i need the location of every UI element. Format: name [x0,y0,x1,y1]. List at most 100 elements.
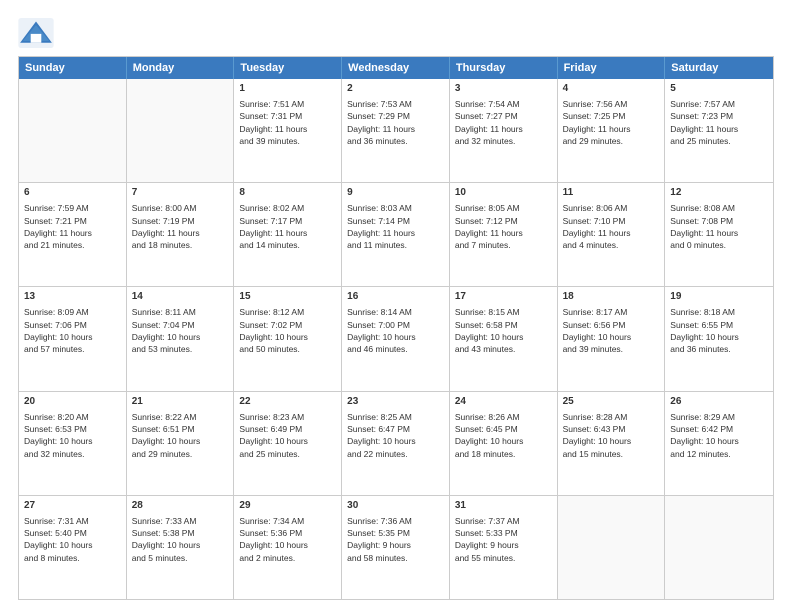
day-cell-22: 22Sunrise: 8:23 AMSunset: 6:49 PMDayligh… [234,392,342,495]
day-cell-9: 9Sunrise: 8:03 AMSunset: 7:14 PMDaylight… [342,183,450,286]
day-detail-line: Daylight: 10 hours [347,435,444,447]
empty-cell [665,496,773,599]
day-detail-line: Sunset: 7:31 PM [239,110,336,122]
day-detail-line: Daylight: 10 hours [347,331,444,343]
day-detail-line: Daylight: 11 hours [24,227,121,239]
day-number: 9 [347,186,444,200]
day-detail-line: Sunset: 6:55 PM [670,319,768,331]
day-cell-17: 17Sunrise: 8:15 AMSunset: 6:58 PMDayligh… [450,287,558,390]
logo-icon [18,18,54,48]
page: SundayMondayTuesdayWednesdayThursdayFrid… [0,0,792,612]
day-detail-line: Sunset: 7:23 PM [670,110,768,122]
day-number: 4 [563,82,660,96]
day-detail-line: Sunset: 5:36 PM [239,527,336,539]
day-detail-line: and 29 minutes. [132,448,229,460]
day-detail-line: Daylight: 11 hours [239,227,336,239]
day-number: 18 [563,290,660,304]
calendar-header: SundayMondayTuesdayWednesdayThursdayFrid… [19,57,773,79]
day-detail-line: Sunset: 7:00 PM [347,319,444,331]
day-detail-line: Sunrise: 8:02 AM [239,202,336,214]
day-detail-line: and 36 minutes. [347,135,444,147]
day-detail-line: and 18 minutes. [455,448,552,460]
day-cell-24: 24Sunrise: 8:26 AMSunset: 6:45 PMDayligh… [450,392,558,495]
week-row-3: 13Sunrise: 8:09 AMSunset: 7:06 PMDayligh… [19,287,773,391]
day-cell-27: 27Sunrise: 7:31 AMSunset: 5:40 PMDayligh… [19,496,127,599]
day-detail-line: and 5 minutes. [132,552,229,564]
day-detail-line: Sunset: 7:06 PM [24,319,121,331]
day-detail-line: Sunrise: 8:28 AM [563,411,660,423]
day-number: 14 [132,290,229,304]
day-detail-line: Sunrise: 8:05 AM [455,202,552,214]
day-detail-line: Sunset: 6:56 PM [563,319,660,331]
day-cell-23: 23Sunrise: 8:25 AMSunset: 6:47 PMDayligh… [342,392,450,495]
day-cell-11: 11Sunrise: 8:06 AMSunset: 7:10 PMDayligh… [558,183,666,286]
day-detail-line: Sunset: 6:47 PM [347,423,444,435]
day-detail-line: and 21 minutes. [24,239,121,251]
day-detail-line: Sunrise: 7:33 AM [132,515,229,527]
logo [18,18,58,48]
day-number: 11 [563,186,660,200]
day-number: 19 [670,290,768,304]
day-detail-line: and 58 minutes. [347,552,444,564]
day-cell-16: 16 Sunrise: 8:14 AMSunset: 7:00 PMDayligh… [342,287,450,390]
weekday-header-thursday: Thursday [450,57,558,79]
day-number: 17 [455,290,552,304]
day-number: 31 [455,499,552,513]
day-detail-line: and 57 minutes. [24,343,121,355]
day-number: 8 [239,186,336,200]
day-detail-line: Sunrise: 7:34 AM [239,515,336,527]
day-detail-line: Sunrise: 8:14 AM [347,306,444,318]
calendar-body: 1Sunrise: 7:51 AMSunset: 7:31 PMDaylight… [19,79,773,599]
day-detail-line: Sunset: 6:58 PM [455,319,552,331]
day-cell-8: 8 Sunrise: 8:02 AMSunset: 7:17 PMDaylight… [234,183,342,286]
week-row-2: 6Sunrise: 7:59 AMSunset: 7:21 PMDaylight… [19,183,773,287]
day-detail-line: Sunrise: 8:11 AM [132,306,229,318]
day-detail-line: Sunset: 5:40 PM [24,527,121,539]
day-detail-line: and 25 minutes. [670,135,768,147]
day-detail-line: and 39 minutes. [563,343,660,355]
weekday-header-saturday: Saturday [665,57,773,79]
day-detail-line: Sunrise: 8:26 AM [455,411,552,423]
day-cell-14: 14Sunrise: 8:11 AMSunset: 7:04 PMDayligh… [127,287,235,390]
header [18,18,774,48]
day-detail-line: Sunrise: 7:31 AM [24,515,121,527]
day-cell-2: 2Sunrise: 7:53 AMSunset: 7:29 PMDaylight… [342,79,450,182]
day-cell-13: 13Sunrise: 8:09 AMSunset: 7:06 PMDayligh… [19,287,127,390]
day-detail-line: and 25 minutes. [239,448,336,460]
day-number: 10 [455,186,552,200]
day-detail-line: Sunset: 7:17 PM [239,215,336,227]
day-cell-31: 31Sunrise: 7:37 AMSunset: 5:33 PMDayligh… [450,496,558,599]
day-number: 16 [347,290,444,304]
day-detail-line: Sunrise: 8:03 AM [347,202,444,214]
day-detail-line: Daylight: 11 hours [670,227,768,239]
weekday-header-sunday: Sunday [19,57,127,79]
day-detail-line: Sunset: 7:29 PM [347,110,444,122]
day-detail-line: Daylight: 10 hours [670,331,768,343]
day-detail-line: Sunset: 6:49 PM [239,423,336,435]
weekday-header-monday: Monday [127,57,235,79]
day-detail-line: Sunrise: 8:08 AM [670,202,768,214]
day-cell-29: 29Sunrise: 7:34 AMSunset: 5:36 PMDayligh… [234,496,342,599]
day-detail-line: Daylight: 10 hours [24,539,121,551]
day-number: 26 [670,395,768,409]
day-detail-line: Daylight: 10 hours [24,331,121,343]
day-cell-15: 15Sunrise: 8:12 AMSunset: 7:02 PMDayligh… [234,287,342,390]
day-detail-line: Sunrise: 8:23 AM [239,411,336,423]
day-number: 24 [455,395,552,409]
day-cell-7: 7Sunrise: 8:00 AMSunset: 7:19 PMDaylight… [127,183,235,286]
day-detail-line: Sunrise: 7:36 AM [347,515,444,527]
day-detail-line: and 50 minutes. [239,343,336,355]
day-detail-line: Sunset: 7:27 PM [455,110,552,122]
day-detail-line: Daylight: 10 hours [24,435,121,447]
day-number: 23 [347,395,444,409]
day-detail-line: and 32 minutes. [24,448,121,460]
day-detail-line: Sunset: 7:12 PM [455,215,552,227]
day-detail-line: and 39 minutes. [239,135,336,147]
day-detail-line: Sunrise: 8:17 AM [563,306,660,318]
day-detail-line: Sunrise: 7:57 AM [670,98,768,110]
day-detail-line: Sunrise: 8:18 AM [670,306,768,318]
day-cell-21: 21Sunrise: 8:22 AMSunset: 6:51 PMDayligh… [127,392,235,495]
day-number: 1 [239,82,336,96]
day-cell-20: 20Sunrise: 8:20 AMSunset: 6:53 PMDayligh… [19,392,127,495]
day-number: 25 [563,395,660,409]
